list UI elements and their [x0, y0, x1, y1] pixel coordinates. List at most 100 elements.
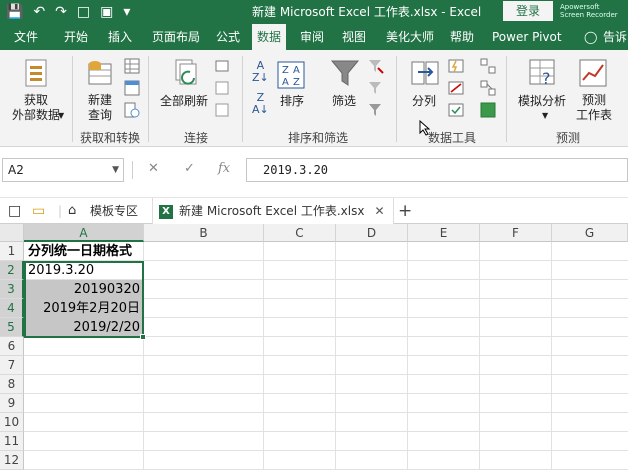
row-header-9[interactable]: 9: [0, 394, 24, 413]
remove-duplicates-icon[interactable]: [448, 80, 464, 96]
column-header-g[interactable]: G: [552, 224, 628, 242]
name-box[interactable]: A2 ▼: [2, 158, 124, 182]
refresh-all-button[interactable]: 全部刷新: [160, 94, 208, 109]
row-header-5[interactable]: 5: [0, 318, 24, 337]
forecast-sheet-button[interactable]: 预测 工作表: [574, 93, 614, 123]
template-zone-tab[interactable]: 模板专区: [90, 198, 138, 224]
show-queries-icon[interactable]: [124, 58, 140, 74]
camera-icon[interactable]: ▣: [100, 2, 113, 22]
enter-icon[interactable]: ✓: [184, 159, 195, 179]
login-button[interactable]: 登录: [503, 1, 553, 21]
tab-power-pivot[interactable]: Power Pivot: [492, 24, 562, 50]
chevron-down-icon[interactable]: ▼: [112, 159, 119, 181]
refresh-all-icon[interactable]: [170, 58, 202, 88]
from-table-icon[interactable]: [124, 80, 140, 96]
sort-descending-icon[interactable]: Z A↓: [252, 92, 269, 116]
row-header-7[interactable]: 7: [0, 356, 24, 375]
new-query-button[interactable]: 新建 查询: [80, 93, 120, 123]
text-to-columns-icon[interactable]: [410, 58, 440, 88]
edit-links-icon[interactable]: [214, 102, 230, 118]
worksheet-grid[interactable]: A B C D E F G 1 2 3 4 5 6 7 8 9 10 11 12…: [0, 224, 628, 470]
fill-handle[interactable]: [140, 334, 146, 340]
data-model-icon[interactable]: [480, 102, 496, 118]
grid-line: [24, 374, 628, 375]
group-connections-label: 连接: [184, 131, 209, 145]
svg-text:A: A: [293, 65, 300, 76]
new-query-icon[interactable]: [86, 56, 116, 88]
undo-icon[interactable]: ↶: [33, 2, 45, 22]
cancel-icon[interactable]: ✕: [148, 159, 159, 179]
filter-icon[interactable]: [330, 58, 360, 88]
what-if-analysis-icon[interactable]: ?: [528, 58, 558, 88]
tab-formulas[interactable]: 公式: [216, 24, 240, 50]
sort-icon[interactable]: Z A A Z: [276, 60, 306, 90]
redo-icon[interactable]: ↷: [55, 2, 67, 22]
reapply-filter-icon[interactable]: [368, 80, 384, 96]
recent-sources-icon[interactable]: [124, 102, 140, 118]
open-folder-icon[interactable]: ▭: [32, 198, 45, 224]
advanced-filter-icon[interactable]: [368, 102, 384, 118]
chevron-down-icon[interactable]: ▼: [542, 108, 548, 123]
add-tab-button[interactable]: +: [398, 198, 412, 224]
tab-tell-me[interactable]: 告诉: [603, 24, 627, 50]
tab-page-layout[interactable]: 页面布局: [152, 24, 200, 50]
save-icon[interactable]: 💾: [6, 2, 23, 22]
clear-filter-icon[interactable]: [368, 58, 384, 74]
tab-insert[interactable]: 插入: [108, 24, 132, 50]
insert-function-icon[interactable]: fx: [218, 159, 230, 179]
row-header-4[interactable]: 4: [0, 299, 24, 318]
get-external-data-button[interactable]: 获取 外部数据: [8, 93, 64, 123]
column-header-a[interactable]: A: [24, 224, 144, 242]
column-header-e[interactable]: E: [408, 224, 480, 242]
select-all-corner[interactable]: [0, 224, 24, 242]
row-header-11[interactable]: 11: [0, 432, 24, 451]
tab-help[interactable]: 帮助: [450, 24, 474, 50]
get-external-data-icon[interactable]: [22, 58, 50, 88]
group-get-transform-label: 获取和转换: [80, 131, 141, 145]
row-header-1[interactable]: 1: [0, 242, 24, 261]
row-header-8[interactable]: 8: [0, 375, 24, 394]
new-file-icon[interactable]: □: [77, 2, 90, 22]
row-header-3[interactable]: 3: [0, 280, 24, 299]
formula-input[interactable]: 2019.3.20: [246, 158, 628, 182]
column-header-b[interactable]: B: [144, 224, 264, 242]
close-tab-icon[interactable]: ✕: [374, 204, 384, 218]
filter-button[interactable]: 筛选: [332, 94, 356, 109]
sort-ascending-icon[interactable]: A Z↓: [252, 60, 269, 84]
consolidate-icon[interactable]: [480, 58, 496, 74]
row-header-10[interactable]: 10: [0, 413, 24, 432]
sort-button[interactable]: 排序: [280, 94, 304, 109]
text-to-columns-button[interactable]: 分列: [412, 94, 436, 109]
workbook-tab[interactable]: X 新建 Microsoft Excel 工作表.xlsx ✕: [152, 198, 394, 224]
column-header-f[interactable]: F: [480, 224, 552, 242]
document-tab-bar: □ ▭ | ⌂ 模板专区 X 新建 Microsoft Excel 工作表.xls…: [0, 197, 628, 224]
what-if-analysis-button[interactable]: 模拟分析: [518, 94, 566, 109]
tab-home[interactable]: 开始: [64, 24, 88, 50]
connections-icon[interactable]: [214, 58, 230, 74]
tab-beautify[interactable]: 美化大师: [386, 24, 434, 50]
cell-a1[interactable]: 分列统一日期格式: [25, 242, 263, 261]
selection-range[interactable]: [24, 261, 144, 338]
relationships-icon[interactable]: [480, 80, 496, 96]
tab-file[interactable]: 文件: [14, 24, 38, 50]
lightbulb-icon[interactable]: ◯: [584, 24, 597, 50]
row-header-12[interactable]: 12: [0, 451, 24, 470]
new-document-icon[interactable]: □: [8, 198, 21, 224]
properties-icon[interactable]: [214, 80, 230, 96]
tab-data[interactable]: 数据: [252, 24, 287, 50]
forecast-sheet-icon[interactable]: [578, 58, 608, 88]
row-header-2[interactable]: 2: [0, 261, 24, 280]
row-header-6[interactable]: 6: [0, 337, 24, 356]
column-header-c[interactable]: C: [264, 224, 336, 242]
customize-qat-icon[interactable]: ▾: [123, 2, 130, 22]
excel-file-icon: X: [159, 204, 173, 219]
data-validation-icon[interactable]: [448, 102, 464, 118]
svg-text:Z: Z: [293, 77, 300, 88]
tab-review[interactable]: 审阅: [300, 24, 324, 50]
chevron-down-icon[interactable]: ▼: [58, 108, 64, 123]
tab-view[interactable]: 视图: [342, 24, 366, 50]
column-header-d[interactable]: D: [336, 224, 408, 242]
home-icon[interactable]: ⌂: [68, 198, 76, 224]
grid-line: [407, 242, 408, 470]
flash-fill-icon[interactable]: [448, 58, 464, 74]
